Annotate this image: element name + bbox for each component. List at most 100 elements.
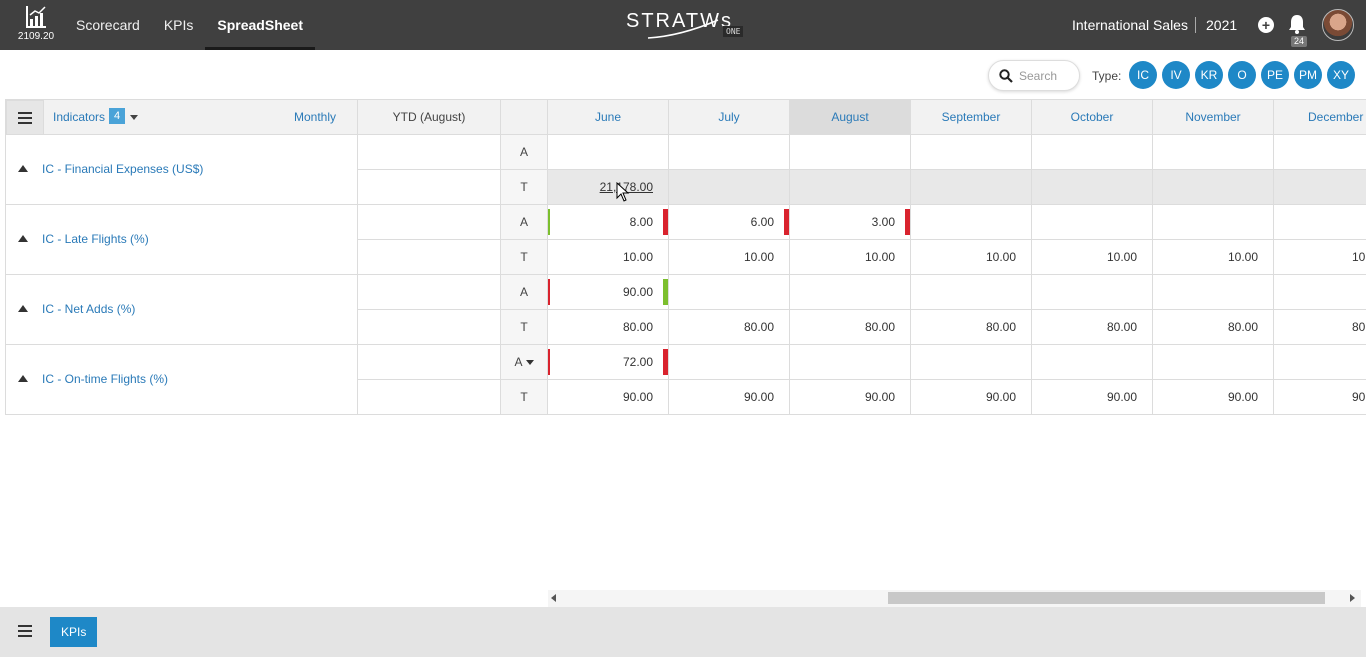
month-header-december[interactable]: December (1274, 99, 1366, 135)
value-cell[interactable]: 80.00 (911, 310, 1032, 345)
add-icon[interactable]: + (1258, 17, 1274, 33)
month-header-august[interactable]: August (790, 99, 911, 135)
value-cell[interactable] (1032, 205, 1153, 240)
type-button-pm[interactable]: PM (1294, 61, 1322, 89)
value-cell[interactable]: 10.00 (790, 240, 911, 275)
indicators-label[interactable]: Indicators (53, 110, 105, 124)
user-avatar[interactable] (1322, 9, 1354, 41)
value-cell[interactable]: 10.00 (1274, 240, 1366, 275)
value-cell[interactable]: 72.00 (548, 345, 669, 380)
value-cell[interactable]: 80.00 (1153, 310, 1274, 345)
value-cell[interactable] (1032, 135, 1153, 170)
value-cell[interactable]: 10.00 (548, 240, 669, 275)
scroll-left-icon[interactable] (551, 594, 556, 602)
value-cell[interactable]: 90.00 (1032, 380, 1153, 415)
type-button-kr[interactable]: KR (1195, 61, 1223, 89)
month-header-july[interactable]: July (669, 99, 790, 135)
row-type-actual-dropdown[interactable]: A (501, 345, 548, 380)
hamburger-icon[interactable] (18, 625, 32, 637)
organization-name[interactable]: International Sales (1072, 0, 1188, 50)
month-header-november[interactable]: November (1153, 99, 1274, 135)
value-cell[interactable]: 90.00 (911, 380, 1032, 415)
value-cell[interactable] (911, 135, 1032, 170)
value-cell[interactable] (1274, 170, 1366, 205)
footer-tab-kpis[interactable]: KPIs (50, 617, 98, 647)
scroll-right-icon[interactable] (1350, 594, 1355, 602)
value-cell[interactable] (1153, 345, 1274, 380)
value-cell[interactable]: 80.00 (669, 310, 790, 345)
value-cell[interactable] (1153, 275, 1274, 310)
value-cell[interactable] (669, 275, 790, 310)
value-cell[interactable]: 80.00 (548, 310, 669, 345)
value-cell[interactable]: 90.00 (1153, 380, 1274, 415)
collapse-icon[interactable] (18, 375, 28, 382)
type-button-xy[interactable]: XY (1327, 61, 1355, 89)
value-cell[interactable]: 90.00 (790, 380, 911, 415)
value-cell[interactable] (790, 345, 911, 380)
value-cell[interactable]: 10.00 (669, 240, 790, 275)
value-cell[interactable] (790, 275, 911, 310)
value-cell-selected[interactable]: 21,178.00 (548, 170, 669, 205)
value-cell[interactable]: 80.00 (790, 310, 911, 345)
value-cell[interactable]: 10.00 (1153, 240, 1274, 275)
value-cell[interactable]: 80.00 (1274, 310, 1366, 345)
value-cell[interactable] (911, 345, 1032, 380)
value-cell[interactable] (911, 170, 1032, 205)
value-cell[interactable]: 90.00 (1274, 380, 1366, 415)
value-cell[interactable] (548, 135, 669, 170)
period-selector[interactable]: Monthly (294, 110, 336, 124)
value-cell[interactable] (669, 345, 790, 380)
value-cell[interactable]: 6.00 (669, 205, 790, 240)
indicator-name[interactable]: IC - Net Adds (%) (42, 302, 135, 316)
value-cell[interactable]: 90.00 (669, 380, 790, 415)
value-cell[interactable] (790, 170, 911, 205)
value-cell[interactable]: 10.00 (1032, 240, 1153, 275)
value-cell[interactable] (669, 135, 790, 170)
collapse-icon[interactable] (18, 305, 28, 312)
type-button-pe[interactable]: PE (1261, 61, 1289, 89)
scrollbar-thumb[interactable] (888, 592, 1325, 604)
month-header-october[interactable]: October (1032, 99, 1153, 135)
value-cell[interactable]: 80.00 (1032, 310, 1153, 345)
value-cell[interactable] (1032, 170, 1153, 205)
collapse-icon[interactable] (18, 235, 28, 242)
month-header-june[interactable]: June (548, 99, 669, 135)
value-cell[interactable]: 10.00 (911, 240, 1032, 275)
type-button-iv[interactable]: IV (1162, 61, 1190, 89)
indicator-name[interactable]: IC - Late Flights (%) (42, 232, 149, 246)
value-cell[interactable] (790, 135, 911, 170)
chevron-down-icon[interactable] (130, 115, 138, 120)
year-selector[interactable]: 2021 (1206, 0, 1237, 50)
value-cell[interactable] (911, 205, 1032, 240)
value-cell[interactable] (1153, 135, 1274, 170)
indicator-name[interactable]: IC - On-time Flights (%) (42, 372, 168, 386)
nav-scorecard[interactable]: Scorecard (64, 0, 152, 50)
grid-menu-button[interactable] (6, 100, 44, 135)
value-cell[interactable] (1274, 205, 1366, 240)
value-cell[interactable] (1153, 170, 1274, 205)
value-cell[interactable] (669, 170, 790, 205)
value-cell[interactable] (1274, 135, 1366, 170)
value-cell[interactable]: 90.00 (548, 275, 669, 310)
value-cell[interactable] (1153, 205, 1274, 240)
value-cell[interactable] (1032, 275, 1153, 310)
nav-spreadsheet[interactable]: SpreadSheet (205, 0, 315, 50)
horizontal-scrollbar[interactable] (548, 590, 1361, 607)
value-cell[interactable] (1274, 345, 1366, 380)
value-cell[interactable]: 8.00 (548, 205, 669, 240)
value-cell[interactable]: 3.00 (790, 205, 911, 240)
value-cell[interactable]: 90.00 (548, 380, 669, 415)
search-input[interactable]: Search (988, 60, 1080, 91)
type-button-ic[interactable]: IC (1129, 61, 1157, 89)
bell-icon[interactable] (1288, 14, 1306, 34)
value-cell[interactable] (1274, 275, 1366, 310)
app-logo[interactable]: 2109.20 (14, 5, 58, 42)
value-cell[interactable] (911, 275, 1032, 310)
month-header-september[interactable]: September (911, 99, 1032, 135)
nav-kpis[interactable]: KPIs (152, 0, 206, 50)
caret-down-icon (525, 360, 534, 366)
value-cell[interactable] (1032, 345, 1153, 380)
type-button-o[interactable]: O (1228, 61, 1256, 89)
collapse-icon[interactable] (18, 165, 28, 172)
indicator-name[interactable]: IC - Financial Expenses (US$) (42, 162, 203, 176)
